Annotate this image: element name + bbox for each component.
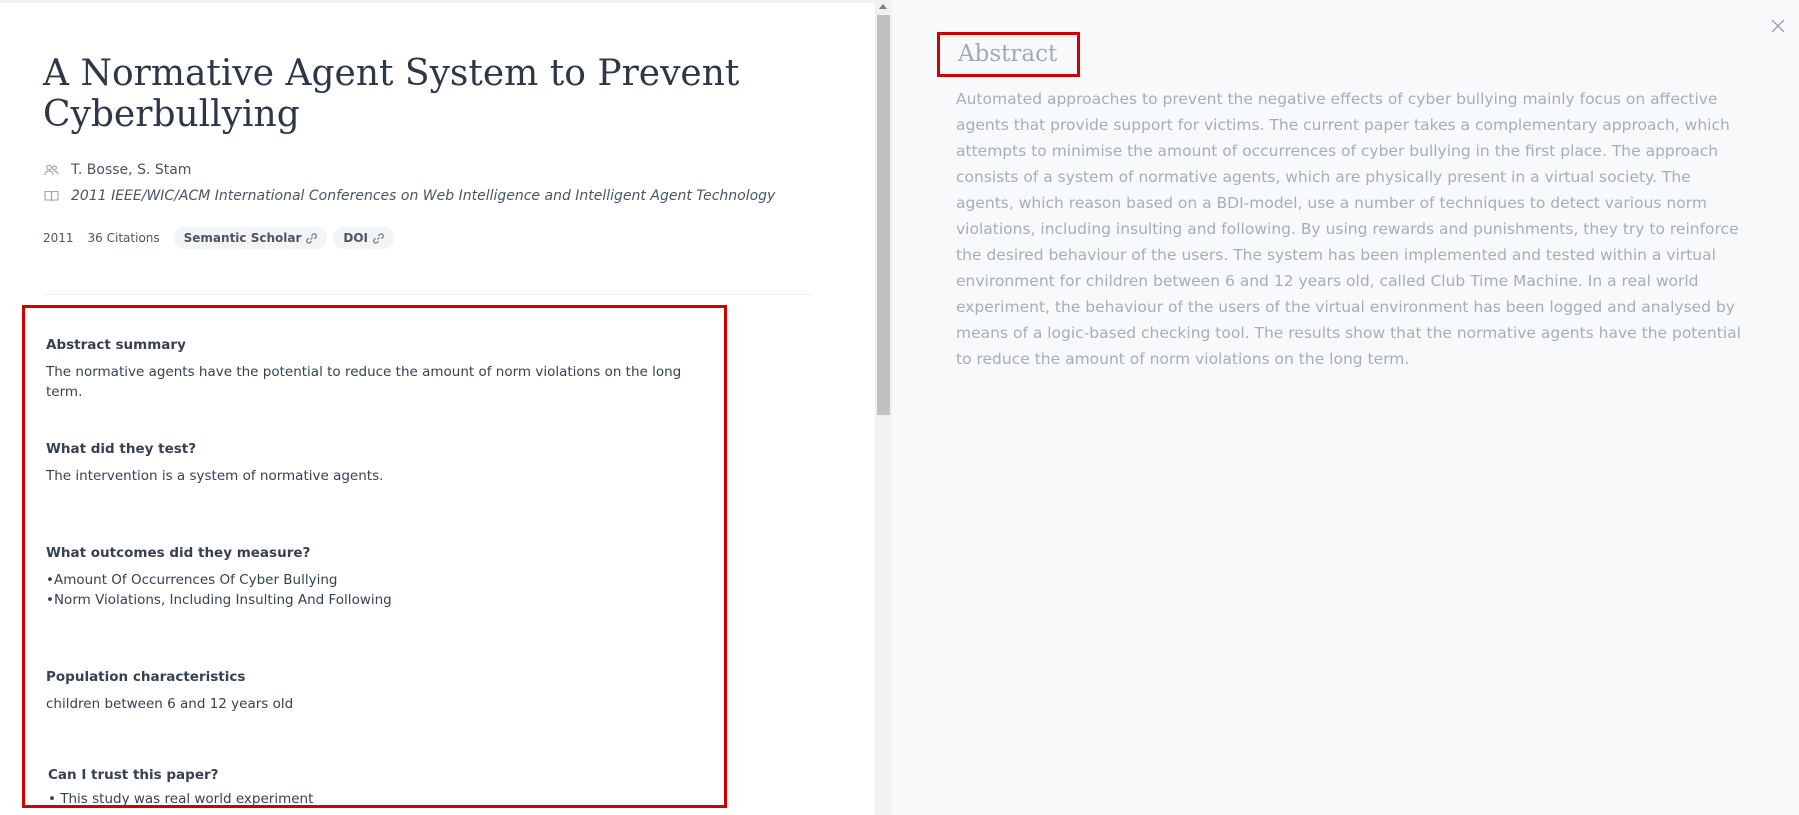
users-icon <box>43 163 59 177</box>
population-heading: Population characteristics <box>46 669 246 685</box>
link-icon <box>373 232 384 244</box>
scroll-thumb[interactable] <box>877 15 890 415</box>
abstract-heading-highlight: Abstract <box>937 32 1080 77</box>
doi-link[interactable]: DOI <box>333 227 395 249</box>
semantic-scholar-link[interactable]: Semantic Scholar <box>173 227 328 249</box>
outcome-item: •Norm Violations, Including Insulting An… <box>46 592 392 608</box>
section-divider <box>43 294 813 295</box>
authors-row: T. Bosse, S. Stam <box>43 162 191 178</box>
abstract-summary-section: Abstract summary The normative agents ha… <box>46 337 706 402</box>
trust-list: • This study was real world experiment <box>48 789 708 807</box>
trust-item: • This study was real world experiment <box>48 791 314 807</box>
abstract-summary-text: The normative agents have the potential … <box>46 364 682 400</box>
outcomes-list: •Amount Of Occurrences Of Cyber Bullying… <box>46 570 706 610</box>
authors-text: T. Bosse, S. Stam <box>71 162 192 178</box>
outcomes-heading: What outcomes did they measure? <box>46 545 311 561</box>
outcome-item: •Amount Of Occurrences Of Cyber Bullying <box>46 572 338 588</box>
close-button[interactable] <box>1768 16 1788 36</box>
venue-row: 2011 IEEE/WIC/ACM International Conferen… <box>43 188 775 204</box>
tested-section: What did they test? The intervention is … <box>46 441 706 486</box>
scrollbar[interactable] <box>875 0 892 815</box>
abstract-text: Automated approaches to prevent the nega… <box>956 90 1741 368</box>
population-text: children between 6 and 12 years old <box>46 696 294 712</box>
trust-section: Can I trust this paper? • This study was… <box>48 767 708 807</box>
semantic-scholar-label: Semantic Scholar <box>183 231 302 245</box>
doi-label: DOI <box>343 231 369 245</box>
close-icon <box>1771 19 1785 33</box>
trust-heading: Can I trust this paper? <box>48 767 219 783</box>
abstract-heading: Abstract <box>958 41 1058 67</box>
paper-title: A Normative Agent System to Prevent Cybe… <box>43 53 740 135</box>
outcomes-section: What outcomes did they measure? •Amount … <box>46 545 706 610</box>
abstract-summary-heading: Abstract summary <box>46 337 186 353</box>
link-icon <box>306 232 318 244</box>
summary-highlight-box: Abstract summary The normative agents ha… <box>22 305 727 808</box>
population-section: Population characteristics children betw… <box>46 669 706 714</box>
tested-text: The intervention is a system of normativ… <box>46 468 384 484</box>
abstract-panel: Abstract Automated approaches to prevent… <box>892 0 1799 815</box>
book-icon <box>43 189 59 203</box>
venue-text: 2011 IEEE/WIC/ACM International Conferen… <box>71 188 776 204</box>
scroll-up-arrow-icon[interactable] <box>879 4 887 9</box>
paper-detail-panel: A Normative Agent System to Prevent Cybe… <box>0 0 875 815</box>
citation-count: 36 Citations <box>87 231 160 245</box>
stats-row: 2011 36 Citations Semantic Scholar DOI <box>43 227 400 249</box>
publication-year: 2011 <box>43 231 74 245</box>
tested-heading: What did they test? <box>46 441 197 457</box>
